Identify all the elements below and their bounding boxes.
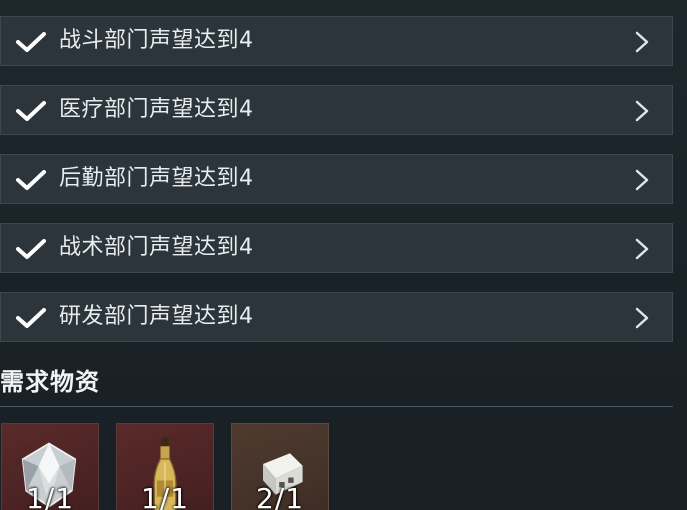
requirement-label: 研发部门声望达到4 <box>59 304 254 329</box>
requirement-label: 战斗部门声望达到4 <box>59 28 254 53</box>
checkmark-icon <box>16 101 46 121</box>
requirement-row-research[interactable]: 研发部门声望达到4 <box>0 292 673 342</box>
requirement-label: 战术部门声望达到4 <box>59 235 254 260</box>
material-count: 1/1 <box>25 482 75 510</box>
checkmark-icon <box>16 32 46 52</box>
checkmark-icon <box>16 170 46 190</box>
material-slot-bottle[interactable]: 1/1 <box>116 423 214 510</box>
checkmark-icon <box>16 239 46 259</box>
chevron-right-icon[interactable] <box>634 306 650 330</box>
materials-section-title: 需求物资 <box>0 368 100 396</box>
requirement-row-logistics[interactable]: 后勤部门声望达到4 <box>0 154 673 204</box>
chevron-right-icon[interactable] <box>634 237 650 261</box>
requirement-row-combat[interactable]: 战斗部门声望达到4 <box>0 16 673 66</box>
chevron-right-icon[interactable] <box>634 168 650 192</box>
requirement-row-tactics[interactable]: 战术部门声望达到4 <box>0 223 673 273</box>
achievement-panel: 战斗部门声望达到4 医疗部门声望达到4 后勤部门声望达到4 战术部门声望达到4 <box>0 0 687 510</box>
material-slot-diamond[interactable]: 1/1 <box>1 423 99 510</box>
requirement-row-medical[interactable]: 医疗部门声望达到4 <box>0 85 673 135</box>
material-slot-device[interactable]: 2/1 <box>231 423 329 510</box>
requirement-label: 医疗部门声望达到4 <box>59 97 254 122</box>
requirement-label: 后勤部门声望达到4 <box>59 166 254 191</box>
chevron-right-icon[interactable] <box>634 30 650 54</box>
material-count: 2/1 <box>255 482 305 510</box>
chevron-right-icon[interactable] <box>634 99 650 123</box>
section-divider <box>0 406 673 407</box>
material-count: 1/1 <box>140 482 190 510</box>
checkmark-icon <box>16 308 46 328</box>
